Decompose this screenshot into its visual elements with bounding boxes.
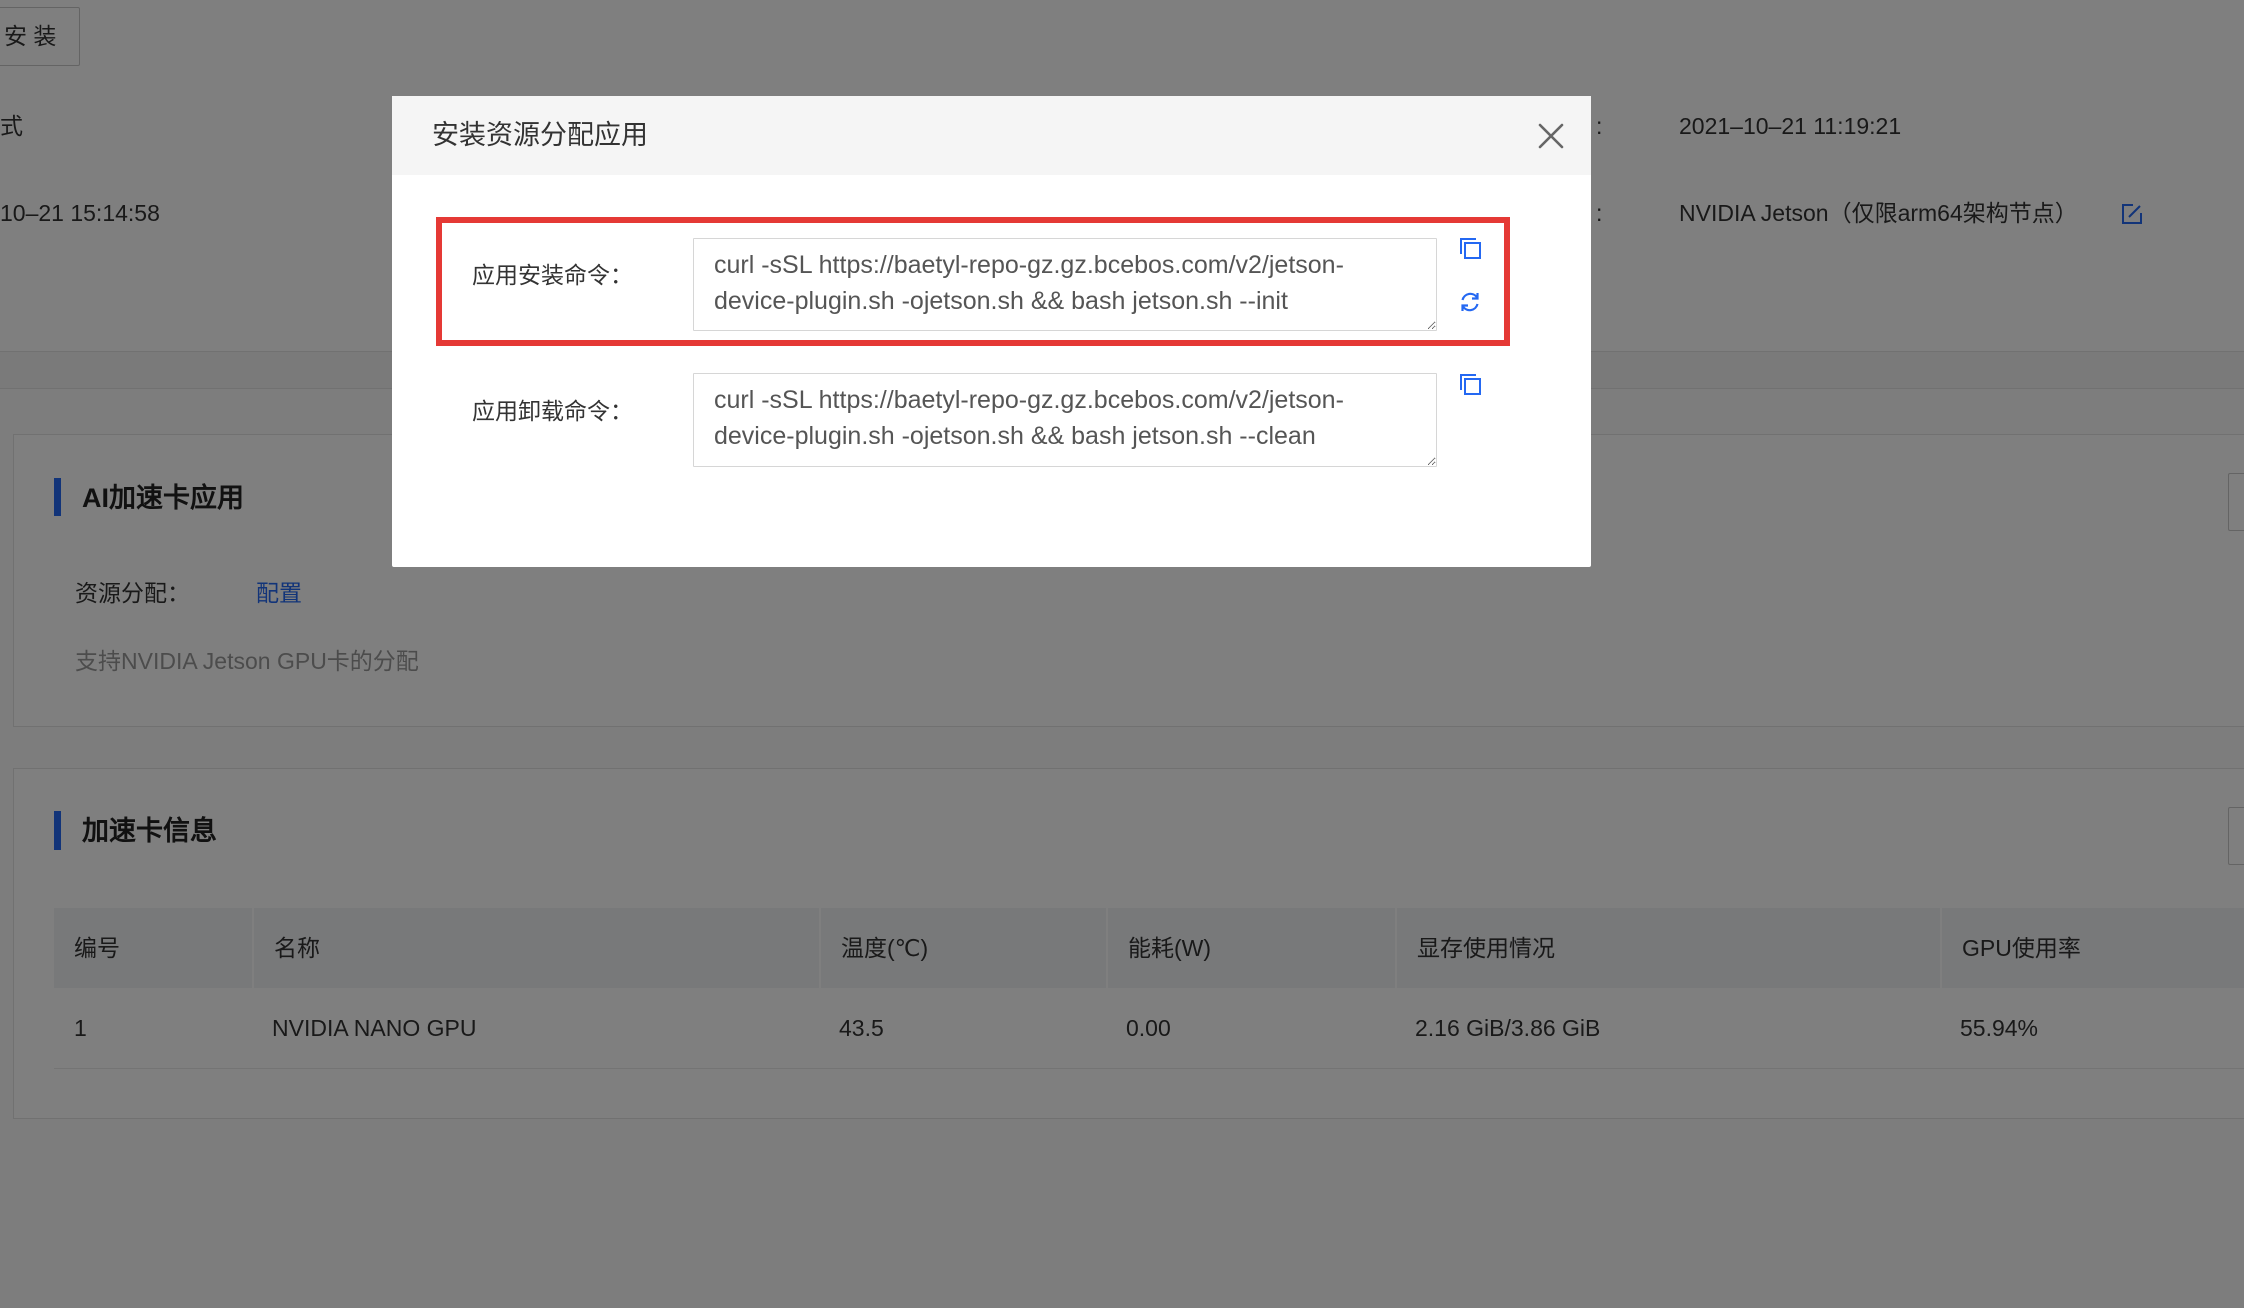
dialog-title: 安装资源分配应用 [432, 120, 648, 150]
uninstall-command-label: 应用卸载命令： [472, 398, 633, 424]
install-resource-app-dialog: 安装资源分配应用 应用安装命令： curl -sSL https://baety… [392, 96, 1591, 567]
copy-icon[interactable] [1458, 372, 1482, 396]
close-icon[interactable] [1537, 122, 1565, 150]
copy-icon[interactable] [1458, 236, 1482, 260]
install-command-field[interactable]: curl -sSL https://baetyl-repo-gz.gz.bceb… [693, 238, 1437, 331]
refresh-icon[interactable] [1458, 290, 1482, 314]
uninstall-command-field[interactable]: curl -sSL https://baetyl-repo-gz.gz.bceb… [693, 373, 1437, 467]
install-command-label: 应用安装命令： [472, 262, 633, 288]
dialog-header: 安装资源分配应用 [392, 96, 1591, 175]
